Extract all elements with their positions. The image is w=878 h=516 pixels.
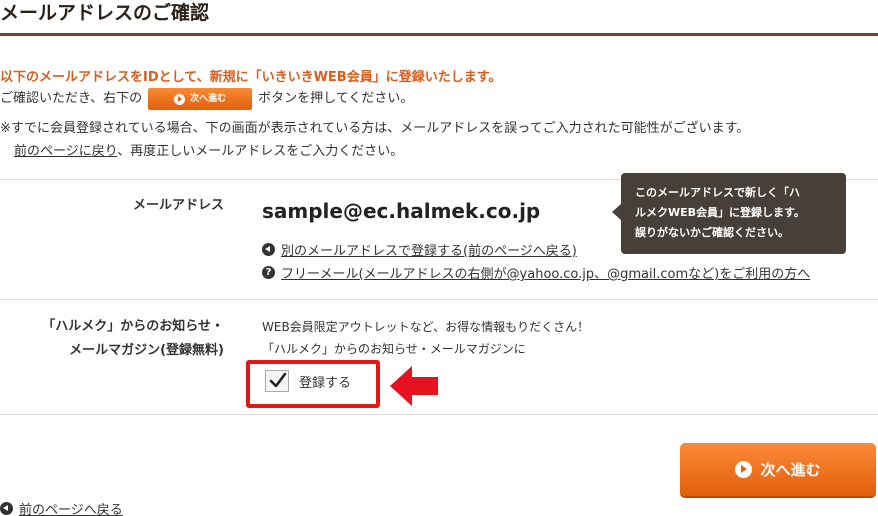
newsletter-checkbox-label[interactable]: 登録する: [299, 372, 351, 391]
free-mail-row: ? フリーメール(メールアドレスの右側が@yahoo.co.jp、@gmail.…: [262, 263, 810, 282]
note-text: ※すでに会員登録されている場合、下の画面が表示されている方は、メールアドレスを誤…: [0, 121, 750, 136]
back-line-text: 、再度正しいメールアドレスをご入力ください。: [117, 144, 404, 159]
question-icon: ?: [262, 266, 275, 279]
back-arrow-icon: [262, 243, 275, 256]
inline-next-button-label: 次へ進む: [190, 94, 227, 104]
play-icon: [735, 461, 753, 478]
back-arrow-icon: [0, 502, 13, 515]
next-button-label: 次へ進む: [760, 461, 821, 479]
confirm-tooltip: このメールアドレスで新しく「ハ ルメクWEB会員」に登録します。 誤りがないかご…: [612, 173, 846, 254]
checkmark-icon: [269, 372, 287, 388]
email-label: メールアドレス: [132, 198, 224, 213]
next-button[interactable]: 次へ進む: [680, 443, 876, 496]
tooltip-line: ルメクWEB会員」に登録します。: [635, 206, 805, 219]
newsletter-label-line2: メールマガジン(登録無料): [69, 343, 224, 358]
instruction-before: ご確認いただき、右下の: [0, 91, 143, 106]
newsletter-desc-line1: WEB会員限定アウトレットなど、お得な情報もりだくさん！: [262, 320, 590, 334]
newsletter-label-line1: 「ハルメク」からのお知らせ・: [42, 319, 224, 334]
newsletter-checkbox-row[interactable]: 登録する: [265, 370, 351, 392]
newsletter-checkbox[interactable]: [265, 370, 289, 392]
back-to-previous-link[interactable]: 前のページに戻り: [14, 144, 117, 159]
title-divider: [0, 33, 878, 36]
other-email-row: 別のメールアドレスで登録する(前のページへ戻る): [262, 240, 577, 259]
inline-next-button-image: 次へ進む: [148, 88, 253, 110]
divider: [0, 299, 878, 300]
free-mail-link[interactable]: フリーメール(メールアドレスの右側が@yahoo.co.jp、@gmail.co…: [281, 263, 810, 282]
bottom-back-link[interactable]: 前のページへ戻る: [19, 499, 123, 516]
left-arrow-icon: [390, 366, 438, 406]
email-value: sample@ec.halmek.co.jp: [262, 199, 541, 223]
divider: [0, 414, 878, 415]
instruction-after: ボタンを押してください。: [258, 91, 414, 106]
tooltip-line: このメールアドレスで新しく「ハ: [635, 186, 800, 199]
tooltip-line: 誤りがないかご確認ください。: [635, 226, 789, 239]
back-line: 前のページに戻り、再度正しいメールアドレスをご入力ください。: [14, 140, 403, 159]
newsletter-desc-line2: 「ハルメク」からのお知らせ・メールマガジンに: [262, 342, 526, 356]
other-email-link[interactable]: 別のメールアドレスで登録する(前のページへ戻る): [281, 240, 577, 259]
page-title: メールアドレスのご確認: [0, 2, 210, 24]
instruction-line: ご確認いただき、右下の 次へ進む ボタンを押してください。: [0, 88, 413, 110]
play-icon: [174, 93, 186, 105]
lead-text: 以下のメールアドレスをIDとして、新規に「いきいきWEB会員」に登録いたします。: [0, 70, 502, 85]
bottom-back-row: 前のページへ戻る: [0, 499, 123, 516]
